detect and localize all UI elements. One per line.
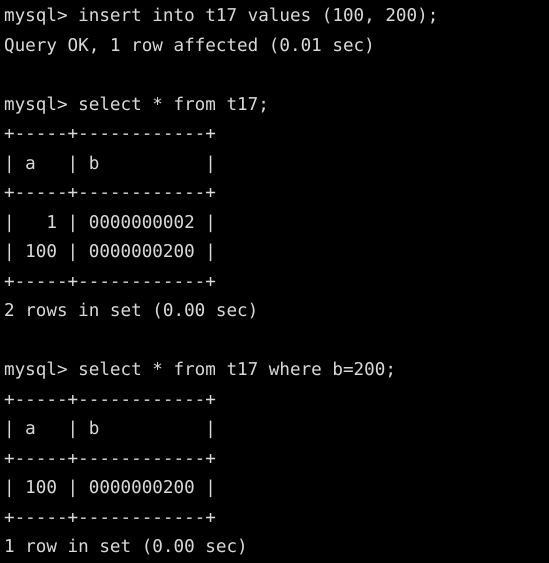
terminal-table-border: +-----+------------+ [4, 389, 216, 410]
terminal-line: mysql> insert into t17 values (100, 200)… [4, 6, 439, 26]
terminal-table-border: +-----+------------+ [4, 124, 216, 144]
terminal-table-row: | 1 | 0000000002 | [4, 212, 216, 233]
terminal-line: mysql> select * from t17; [4, 94, 269, 115]
terminal-table-header: | a | b | [4, 419, 216, 439]
terminal-table-row: | 100 | 0000000200 | [4, 242, 216, 262]
terminal-result-status: 2 rows in set (0.00 sec) [4, 301, 259, 321]
terminal-table-border: +-----+------------+ [4, 271, 216, 292]
terminal-window[interactable]: mysql> insert into t17 values (100, 200)… [0, 0, 549, 557]
terminal-table-border: +-----+------------+ [4, 183, 216, 203]
terminal-line: mysql> select * from t17 where b=200; [4, 360, 396, 380]
terminal-line: Query OK, 1 row affected (0.01 sec) [4, 35, 375, 56]
terminal-table-row: | 100 | 0000000200 | [4, 478, 216, 498]
terminal-output[interactable]: mysql> insert into t17 values (100, 200)… [4, 2, 549, 563]
terminal-table-border: +-----+------------+ [4, 507, 216, 528]
terminal-table-border: +-----+------------+ [4, 448, 216, 469]
terminal-result-status: 1 row in set (0.00 sec) [4, 537, 248, 557]
terminal-table-header: | a | b | [4, 153, 216, 174]
